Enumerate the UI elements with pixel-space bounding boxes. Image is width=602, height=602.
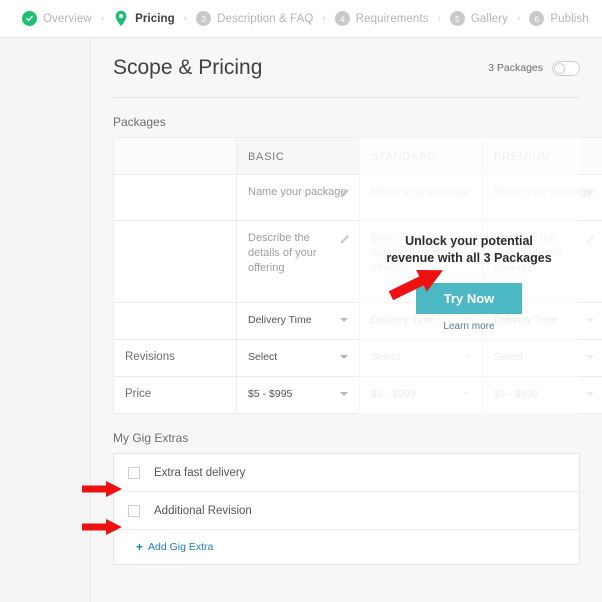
breadcrumb-label: Pricing (135, 12, 175, 25)
toggle-knob (554, 62, 565, 74)
add-gig-extra-row[interactable]: + Add Gig Extra (114, 530, 579, 564)
package-description-basic[interactable]: Describe the details of your offering (236, 220, 360, 303)
gig-extras-section-label: My Gig Extras (113, 431, 189, 445)
add-gig-extra-button[interactable]: + Add Gig Extra (136, 541, 213, 553)
pencil-icon[interactable] (340, 231, 351, 244)
table-row-price: Price $5 - $995 $5 - $995 $5 - $995 (113, 376, 602, 414)
revisions-premium[interactable]: Select (482, 339, 602, 377)
step-number-badge: 5 (449, 11, 465, 26)
add-gig-extra-label: Add Gig Extra (148, 541, 214, 553)
breadcrumb-label: Gallery (470, 12, 509, 25)
pencil-icon[interactable] (586, 231, 597, 244)
chevron-down-icon (340, 355, 348, 359)
location-pin-icon (113, 10, 129, 27)
pencil-icon[interactable] (340, 185, 351, 198)
gig-extras-box: Extra fast delivery Additional Revision … (113, 453, 580, 565)
price-premium[interactable]: $5 - $995 (482, 376, 602, 414)
chevron-down-icon (463, 355, 471, 359)
checkbox-additional-revision[interactable] (128, 504, 140, 517)
gig-extra-label: Additional Revision (154, 504, 252, 517)
packages-toggle-switch[interactable] (552, 60, 580, 76)
promo-headline-line1: Unlock your potential (405, 234, 533, 248)
revisions-basic[interactable]: Select (236, 339, 360, 377)
delivery-time-basic[interactable]: Delivery Time (236, 302, 360, 340)
breadcrumb-separator: › (183, 12, 188, 24)
chevron-down-icon (463, 392, 471, 396)
breadcrumb-separator: › (437, 12, 441, 24)
packages-toggle-group[interactable]: 3 Packages (488, 60, 580, 76)
row-label-revisions: Revisions (113, 339, 237, 377)
breadcrumb-label: Description & FAQ (217, 12, 314, 25)
packages-section-label: Packages (113, 115, 166, 129)
price-basic[interactable]: $5 - $995 (236, 376, 360, 414)
breadcrumb-label: Publish (550, 12, 589, 25)
breadcrumb-separator: › (517, 12, 521, 24)
gig-extra-label: Extra fast delivery (154, 466, 246, 479)
gig-extra-row-additional-revision[interactable]: Additional Revision (114, 492, 579, 530)
row-label-cell (113, 302, 237, 340)
pencil-icon[interactable] (586, 185, 597, 198)
breadcrumb-step-overview[interactable]: Overview (22, 11, 92, 26)
step-number-badge: 4 (334, 11, 350, 26)
breadcrumb-label: Overview (43, 12, 92, 25)
chevron-down-icon (586, 318, 594, 322)
breadcrumb-step-description-faq[interactable]: 3 Description & FAQ (196, 11, 313, 26)
header-cell-basic: BASIC (236, 137, 360, 175)
chevron-down-icon (340, 392, 348, 396)
breadcrumb-step-requirements[interactable]: 4 Requirements (334, 11, 429, 26)
chevron-down-icon (586, 392, 594, 396)
try-now-button[interactable]: Try Now (415, 283, 523, 314)
row-label-price: Price (113, 376, 237, 414)
packages-table-header-row: BASIC STANDARD PREMIUM (113, 137, 602, 175)
breadcrumb-separator: › (100, 12, 105, 24)
row-label-cell (113, 220, 237, 303)
header-cell-empty (113, 137, 237, 175)
chevron-down-icon (340, 318, 348, 322)
header-cell-standard: STANDARD (359, 137, 483, 175)
pencil-icon[interactable] (463, 185, 474, 198)
breadcrumb-separator: › (322, 12, 326, 24)
step-number-badge: 3 (196, 11, 212, 26)
package-name-premium[interactable]: Name your package (482, 174, 602, 221)
price-standard[interactable]: $5 - $995 (359, 376, 483, 414)
breadcrumb-step-publish[interactable]: 6 Publish (529, 11, 589, 26)
revisions-standard[interactable]: Select (359, 339, 483, 377)
table-row-revisions: Revisions Select Select Select (113, 339, 602, 377)
check-circle-icon (22, 11, 37, 26)
gig-extra-row-extra-fast-delivery[interactable]: Extra fast delivery (114, 454, 579, 492)
page-header: Scope & Pricing 3 Packages (91, 38, 602, 80)
step-number-badge: 6 (529, 11, 545, 26)
package-name-standard[interactable]: Name your package (359, 174, 483, 221)
packages-toggle-label: 3 Packages (488, 62, 543, 74)
packages-table-wrap: BASIC STANDARD PREMIUM Name your package (113, 137, 602, 414)
header-cell-premium: PREMIUM (482, 137, 602, 175)
chevron-down-icon (586, 355, 594, 359)
package-name-basic[interactable]: Name your package (236, 174, 360, 221)
breadcrumb-step-pricing[interactable]: Pricing (113, 10, 175, 27)
wizard-breadcrumb-nav: Overview › Pricing › 3 Description & FAQ… (0, 0, 602, 38)
breadcrumb-step-gallery[interactable]: 5 Gallery (449, 11, 509, 26)
promo-headline-line2: revenue with all 3 Packages (386, 251, 552, 265)
scope-pricing-panel: Scope & Pricing 3 Packages Packages BASI… (90, 38, 602, 602)
table-row-package-name: Name your package Name your package Name… (113, 174, 602, 221)
plus-icon: + (136, 540, 144, 554)
page-title: Scope & Pricing (113, 56, 263, 79)
checkbox-extra-fast-delivery[interactable] (128, 466, 140, 479)
row-label-cell (113, 174, 237, 221)
learn-more-link[interactable]: Learn more (386, 321, 551, 332)
breadcrumb-label: Requirements (355, 12, 429, 25)
